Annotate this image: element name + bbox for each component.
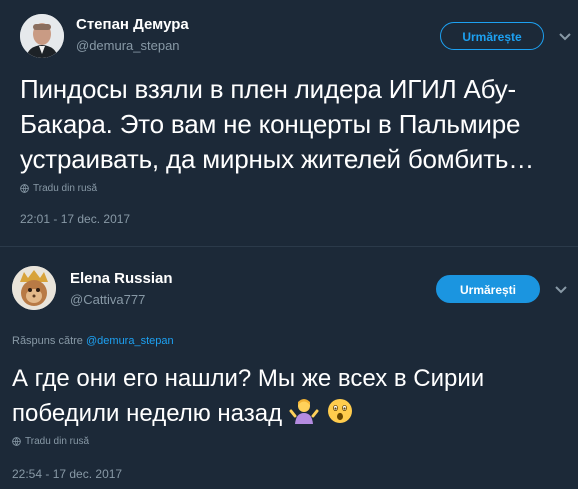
reply-context: Răspuns către @demura_stepan	[12, 335, 174, 347]
astonished-face-emoji	[328, 399, 353, 423]
translate-label: Tradu din rusă	[33, 183, 98, 194]
tweet-text-line: А где они его нашли? Мы же всех в Сирии	[12, 365, 485, 392]
translate-link[interactable]: Tradu din rusă	[20, 183, 97, 194]
tweet-text-line-with-emoji: победили неделю назад	[12, 397, 355, 428]
tweet-text-line: Пиндосы взяли в плен лидера ИГИЛ Абу-	[20, 74, 517, 104]
following-button[interactable]: Urmărești	[436, 275, 540, 303]
globe-icon	[12, 437, 21, 446]
author-handle[interactable]: @Cattiva777	[70, 292, 145, 307]
author-name[interactable]: Степан Демура	[76, 16, 189, 33]
tweet-timestamp[interactable]: 22:01 - 17 dec. 2017	[20, 212, 130, 226]
tweet-timestamp[interactable]: 22:54 - 17 dec. 2017	[12, 467, 122, 481]
tweet-text-line: устраивать, да мирных жителей бомбить…	[20, 144, 535, 174]
reply-mention-link[interactable]: @demura_stepan	[86, 335, 174, 347]
tweet-text-line: Бакара. Это вам не концерты в Пальмире	[20, 109, 521, 139]
translate-link[interactable]: Tradu din rusă	[12, 436, 89, 447]
person-shrugging-emoji	[289, 399, 319, 424]
translate-label: Tradu din rusă	[25, 436, 90, 447]
reply-prefix: Răspuns către	[12, 335, 83, 347]
avatar[interactable]	[12, 266, 56, 310]
author-handle[interactable]: @demura_stepan	[76, 38, 180, 53]
tweet-card: Степан Демура @demura_stepan Urmărește П…	[0, 0, 578, 240]
globe-icon	[20, 184, 29, 193]
tweet-separator	[0, 240, 578, 252]
tweet-card: Elena Russian @Cattiva777 Urmărești Răsp…	[0, 252, 578, 489]
tweet-text-line: победили неделю назад	[12, 400, 283, 427]
author-name[interactable]: Elena Russian	[70, 270, 173, 287]
chevron-down-icon[interactable]	[558, 32, 572, 42]
avatar[interactable]	[20, 14, 64, 58]
chevron-down-icon[interactable]	[554, 285, 568, 295]
follow-button[interactable]: Urmărește	[440, 22, 544, 50]
